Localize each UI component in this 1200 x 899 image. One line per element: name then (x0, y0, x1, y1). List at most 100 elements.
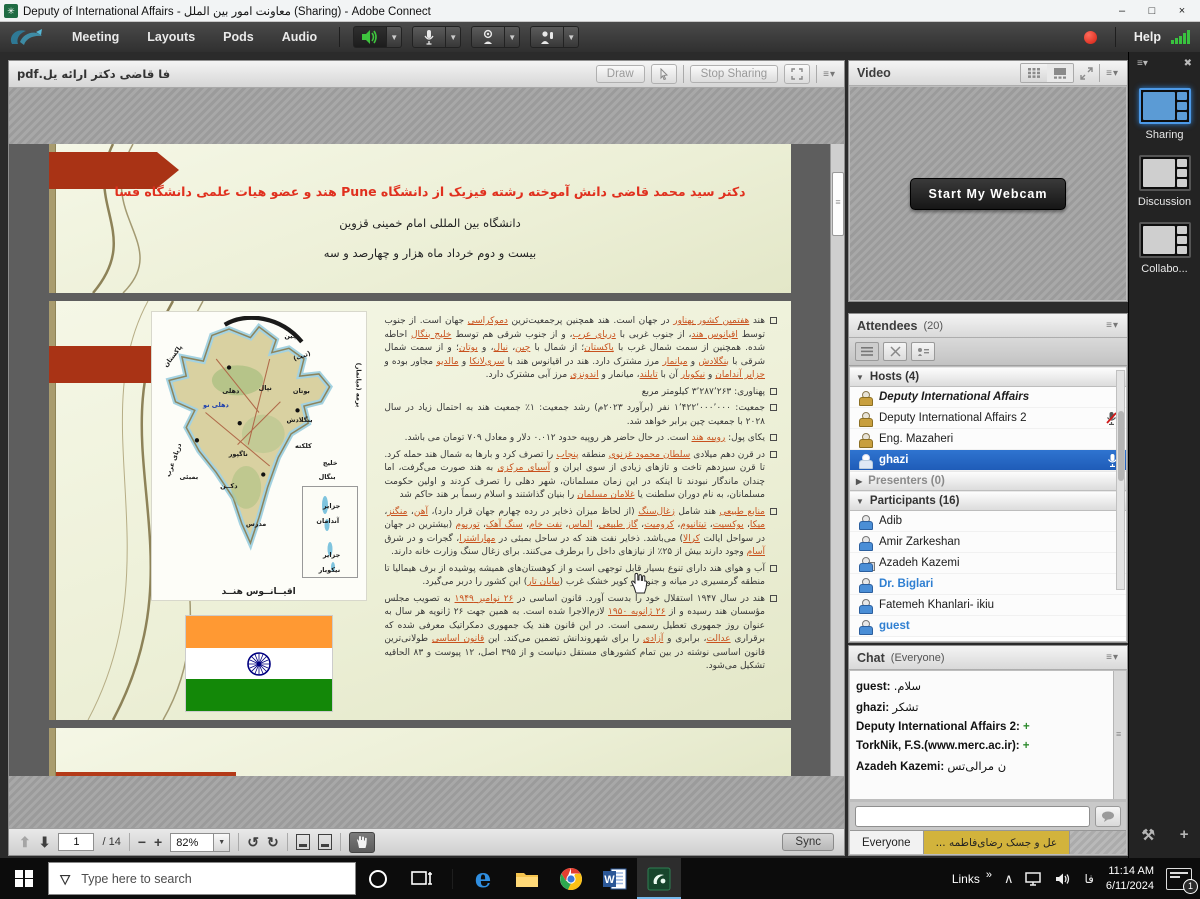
taskbar-clock[interactable]: 11:14 AM 6/11/2024 (1106, 864, 1154, 893)
language-indicator[interactable]: فا (1084, 872, 1093, 886)
adobe-connect-taskbar-button[interactable] (637, 858, 681, 899)
speaker-button[interactable] (353, 26, 387, 48)
dock-close-icon[interactable]: ✖ (1184, 58, 1192, 69)
next-page-button[interactable]: ⬇ (39, 834, 51, 851)
document-viewport[interactable]: دکتر سید محمد قاضی دانش آموخته رشته فیزی… (9, 144, 830, 776)
layout-item-sharing[interactable]: Sharing (1129, 88, 1200, 141)
task-view-button[interactable] (400, 858, 444, 899)
zoom-out-button[interactable]: − (138, 834, 146, 850)
menu-pods[interactable]: Pods (209, 22, 268, 52)
start-webcam-button[interactable]: Start My Webcam (910, 178, 1067, 210)
notification-center-icon[interactable]: 1 (1166, 868, 1192, 890)
menu-layouts[interactable]: Layouts (133, 22, 209, 52)
fit-page-icon[interactable] (296, 834, 310, 850)
document-scrollbar-thumb[interactable] (832, 172, 844, 236)
map-label: جزایر (323, 551, 340, 559)
pod-options-menu-icon[interactable]: ≡▾ (1106, 320, 1119, 331)
chrome-button[interactable] (549, 858, 593, 899)
close-button[interactable]: × (1168, 2, 1196, 20)
pod-options-menu-icon[interactable]: ≡▾ (823, 69, 836, 80)
stop-sharing-button[interactable]: Stop Sharing (690, 65, 779, 83)
attendee-list-view-icon[interactable] (855, 342, 879, 361)
file-explorer-button[interactable] (505, 858, 549, 899)
minimize-button[interactable]: – (1108, 2, 1136, 20)
attendee-row[interactable]: Adib (850, 511, 1126, 532)
draw-button[interactable]: Draw (596, 65, 645, 83)
send-message-button[interactable] (1095, 806, 1121, 827)
volume-icon[interactable] (1055, 872, 1072, 886)
taskbar-search-input[interactable]: 🜄︎ Type here to search (48, 862, 356, 895)
chat-tab[interactable]: Everyone (850, 831, 924, 854)
attendee-row[interactable]: Amir Zarkeshan (850, 532, 1126, 553)
menu-audio[interactable]: Audio (268, 22, 331, 52)
raise-hand-button[interactable] (530, 26, 564, 48)
pod-fullscreen-icon[interactable] (1080, 67, 1093, 80)
webcam-button[interactable] (471, 26, 505, 48)
links-chevron-icon[interactable]: » (986, 869, 992, 881)
links-toolbar[interactable]: Links (952, 872, 980, 886)
attendees-scrollbar-thumb[interactable] (1118, 411, 1124, 481)
attendee-row[interactable]: ghazi (850, 450, 1126, 471)
fullscreen-icon[interactable] (784, 64, 810, 84)
pointer-tool-icon[interactable] (651, 64, 677, 84)
chat-scrollbar[interactable] (1113, 671, 1126, 799)
word-button[interactable]: W (593, 858, 637, 899)
pan-hand-tool-button[interactable] (349, 832, 375, 853)
zoom-in-button[interactable]: + (154, 834, 162, 850)
speaker-dropdown[interactable]: ▼ (387, 26, 402, 48)
attendee-name: guest (879, 620, 910, 632)
help-menu[interactable]: Help (1134, 30, 1161, 44)
start-button[interactable] (0, 858, 48, 899)
attendee-group-header[interactable]: ▶Presenters (0) (850, 471, 1126, 491)
maximize-button[interactable]: □ (1138, 2, 1166, 20)
edge-button[interactable]: e (461, 858, 505, 899)
add-layout-icon[interactable]: + (1180, 826, 1189, 844)
document-scrollbar[interactable] (830, 144, 844, 776)
grid-view-icon[interactable] (1021, 64, 1047, 82)
layout-tools-icon[interactable]: ⚒ (1141, 826, 1154, 844)
dock-menu-icon[interactable]: ≡▾ (1137, 58, 1148, 69)
speaker-icon (361, 29, 379, 45)
attendee-group-header[interactable]: ▼Hosts (4) (850, 367, 1126, 387)
attendee-row[interactable]: Dr. Biglari (850, 574, 1126, 595)
attendee-group-header[interactable]: ▼Participants (16) (850, 491, 1126, 511)
attendees-scrollbar[interactable] (1116, 370, 1125, 590)
attendee-row[interactable]: guest (850, 616, 1126, 637)
flag-green-stripe (186, 679, 332, 711)
attendee-row[interactable]: Deputy International Affairs 2 (850, 408, 1126, 429)
attendee-status-view-icon[interactable] (911, 342, 935, 361)
pod-options-menu-icon[interactable]: ≡▾ (1106, 68, 1119, 79)
zoom-level-value[interactable]: 82% (170, 833, 214, 852)
attendee-row[interactable]: Deputy International Affairs (850, 387, 1126, 408)
cortana-button[interactable] (356, 858, 400, 899)
previous-page-button[interactable]: ⬆ (19, 834, 31, 851)
rotate-left-icon[interactable]: ↺ (247, 834, 259, 851)
attendee-row[interactable]: Eng. Mazaheri (850, 429, 1126, 450)
network-icon[interactable] (1025, 872, 1043, 886)
microphone-button[interactable] (412, 26, 446, 48)
connection-signal-icon[interactable] (1171, 30, 1190, 44)
microphone-icon (423, 29, 435, 45)
sync-button[interactable]: Sync (782, 833, 834, 851)
chat-message-input[interactable] (855, 806, 1090, 827)
filmstrip-view-icon[interactable] (1047, 64, 1073, 82)
hidden-icons-chevron[interactable]: ∧ (1004, 871, 1014, 887)
layout-item-collabo[interactable]: Collabo... (1129, 222, 1200, 275)
attendee-row[interactable]: Fatemeh Khanlari- ikiu (850, 595, 1126, 616)
layout-item-discussion[interactable]: Discussion (1129, 155, 1200, 208)
page-number-input[interactable]: 1 (58, 833, 94, 851)
pod-options-menu-icon[interactable]: ≡▾ (1106, 652, 1119, 663)
breakout-view-icon[interactable] (883, 342, 907, 361)
pdf-page-2: هند هفتمین کشور پهناور در جهان است. هند … (49, 301, 791, 720)
map-label: جزایر (323, 502, 340, 510)
rotate-right-icon[interactable]: ↻ (267, 834, 279, 851)
webcam-dropdown[interactable]: ▼ (505, 26, 520, 48)
attendee-row[interactable]: Azadeh Kazemi (850, 553, 1126, 574)
microphone-dropdown[interactable]: ▼ (446, 26, 461, 48)
chat-tab[interactable]: عل و جسک رضای‌فاطمه ... (924, 831, 1071, 854)
zoom-dropdown[interactable]: ▼ (214, 833, 230, 852)
fit-width-icon[interactable] (318, 834, 332, 850)
raise-hand-dropdown[interactable]: ▼ (564, 26, 579, 48)
toolbar-divider (129, 833, 130, 851)
menu-meeting[interactable]: Meeting (58, 22, 133, 52)
